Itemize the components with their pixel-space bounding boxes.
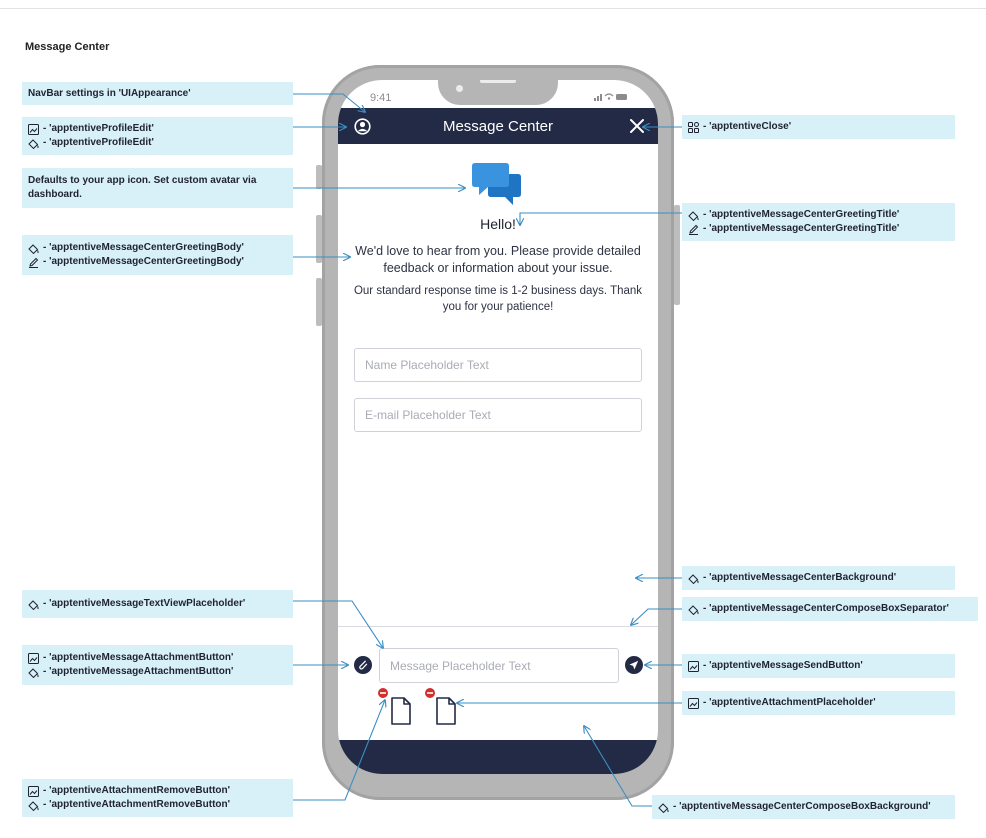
callout-arrows bbox=[293, 93, 682, 807]
